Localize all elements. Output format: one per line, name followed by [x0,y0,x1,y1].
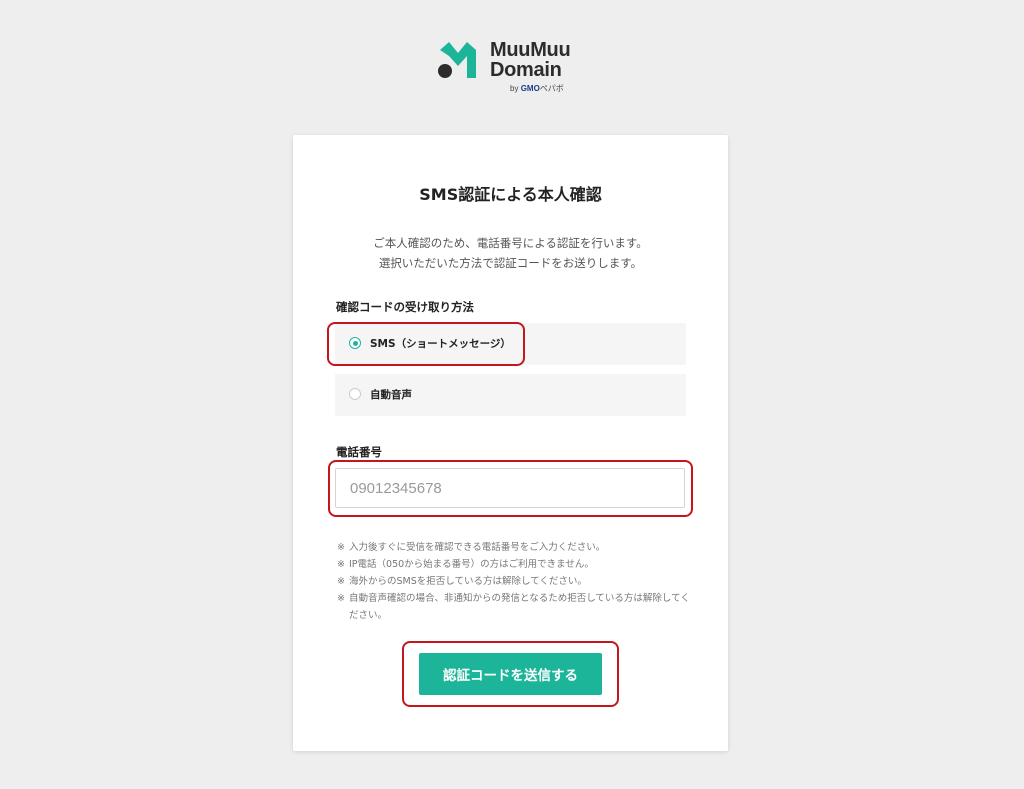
page-title: SMS認証による本人確認 [419,185,602,204]
method-label: 確認コードの受け取り方法 [336,300,474,314]
muumuu-logo-icon [438,42,476,78]
sms-verification-card: SMS認証による本人確認 ご本人確認のため、電話番号による認証を行います。 選択… [293,135,728,751]
notes-list: 入力後すぐに受信を確認できる電話番号をご入力ください。 IP電話（050から始ま… [337,539,693,624]
logo-text-line2: Domain [490,59,562,81]
phone-number-input[interactable] [335,468,685,508]
note-item: 海外からのSMSを拒否している方は解除してください。 [337,573,693,590]
phone-label: 電話番号 [336,445,382,459]
description: ご本人確認のため、電話番号による認証を行います。 選択いただいた方法で認証コード… [293,233,728,273]
option-sms-label: SMS（ショートメッセージ） [370,338,511,350]
logo: MuuMuu Domain by GMOペパボ [436,40,596,96]
option-voice-label: 自動音声 [370,389,412,401]
description-line: ご本人確認のため、電話番号による認証を行います。 [373,236,648,250]
description-line: 選択いただいた方法で認証コードをお送りします。 [378,256,643,270]
option-voice[interactable]: 自動音声 [335,374,686,416]
logo-text-line1: MuuMuu [490,39,571,61]
logo-brand: GMO [520,84,540,93]
note-item: 自動音声確認の場合、非通知からの発信となるため拒否している方は解除してください。 [337,590,693,624]
logo-byline: by GMOペパボ [510,83,564,94]
send-code-button[interactable]: 認証コードを送信する [419,653,602,695]
logo-brand-suffix: ペパボ [539,84,564,93]
note-item: 入力後すぐに受信を確認できる電話番号をご入力ください。 [337,539,693,556]
logo-by-text: by [510,84,519,93]
radio-selected-icon[interactable] [349,337,361,349]
note-item: IP電話（050から始まる番号）の方はご利用できません。 [337,556,693,573]
radio-unselected-icon[interactable] [349,388,361,400]
option-sms[interactable]: SMS（ショートメッセージ） [335,323,686,365]
